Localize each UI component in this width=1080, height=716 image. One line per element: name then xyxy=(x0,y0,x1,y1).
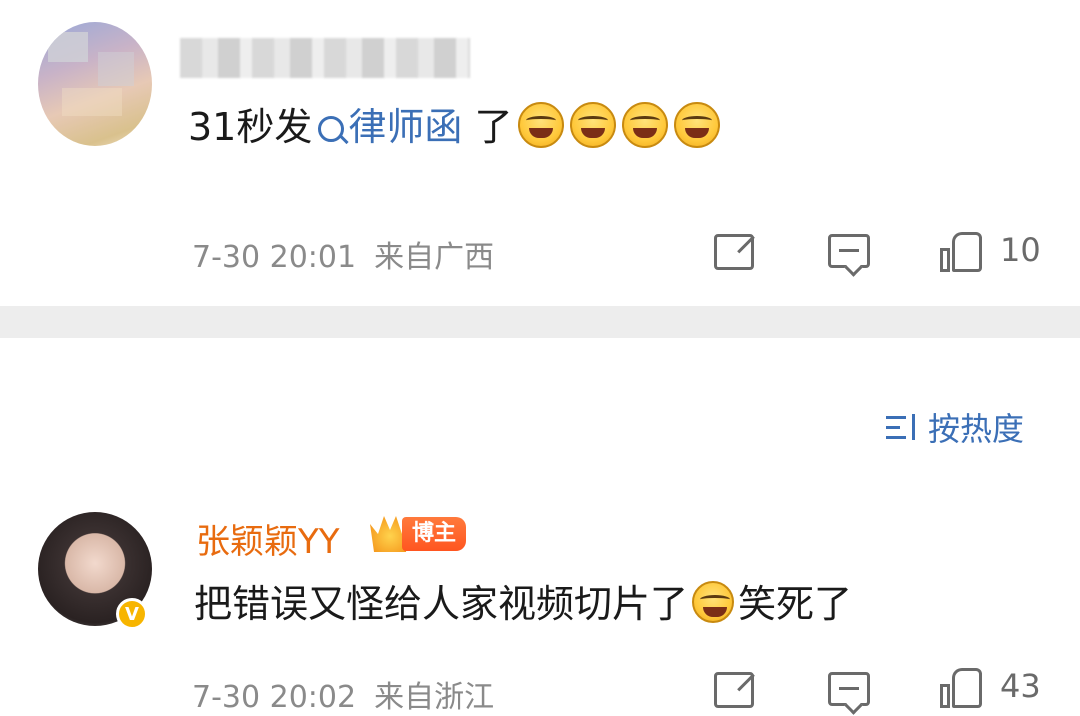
like-button[interactable]: 10 xyxy=(940,228,1041,272)
like-count: 10 xyxy=(1000,231,1041,269)
comment-text-after: 笑死了 xyxy=(738,582,853,626)
comment-text-2: 把错误又怪给人家视频切片了 笑死了 xyxy=(194,579,852,629)
comment-text-before: 31秒发 xyxy=(188,105,313,149)
comment-text-before: 把错误又怪给人家视频切片了 xyxy=(194,582,689,626)
comment-meta-1: 7-30 20:01 来自广西 xyxy=(192,232,494,276)
username-blurred[interactable] xyxy=(180,38,470,78)
sort-by-heat-button[interactable]: 按热度 xyxy=(886,404,1024,450)
comments-section xyxy=(0,338,1080,701)
section-divider xyxy=(0,306,1080,338)
reply-button[interactable] xyxy=(828,234,870,268)
host-badge: 博主 xyxy=(402,517,467,551)
sort-icon xyxy=(886,412,920,442)
comment-text-1: 31秒发 律师函 了 xyxy=(188,102,721,152)
laugh-cry-emoji-icon xyxy=(518,102,565,148)
thumbs-up-icon xyxy=(940,664,982,708)
timestamp: 7-30 20:02 xyxy=(192,680,357,715)
share-icon xyxy=(714,234,754,270)
share-button[interactable] xyxy=(714,234,754,270)
timestamp: 7-30 20:01 xyxy=(192,240,357,275)
comment-icon xyxy=(828,234,870,268)
comment-text-after: 了 xyxy=(462,105,513,149)
comment-card-1: 31秒发 律师函 了 7-30 20:01 来自广西 10 xyxy=(0,0,1080,306)
thumbs-up-icon xyxy=(940,228,982,272)
topic-link-text: 律师函 xyxy=(348,105,463,149)
location: 来自广西 xyxy=(374,240,495,275)
search-icon xyxy=(318,116,345,142)
laugh-cry-emoji-icon xyxy=(674,102,721,148)
comment-meta-2: 7-30 20:02 来自浙江 xyxy=(192,672,494,716)
avatar-blurred[interactable] xyxy=(38,22,152,146)
like-count: 43 xyxy=(1000,667,1041,705)
sort-label: 按热度 xyxy=(928,410,1025,448)
share-icon xyxy=(714,672,754,708)
like-button[interactable]: 43 xyxy=(940,664,1041,708)
share-button[interactable] xyxy=(714,672,754,708)
laugh-cry-emoji-icon xyxy=(570,102,617,148)
location: 来自浙江 xyxy=(374,680,495,715)
verified-badge: V xyxy=(116,598,148,630)
username[interactable]: 张颖颖YY xyxy=(196,514,340,563)
topic-search-link[interactable]: 律师函 xyxy=(312,105,462,149)
laughing-emoji-icon xyxy=(692,581,735,623)
laugh-cry-emoji-icon xyxy=(622,102,669,148)
